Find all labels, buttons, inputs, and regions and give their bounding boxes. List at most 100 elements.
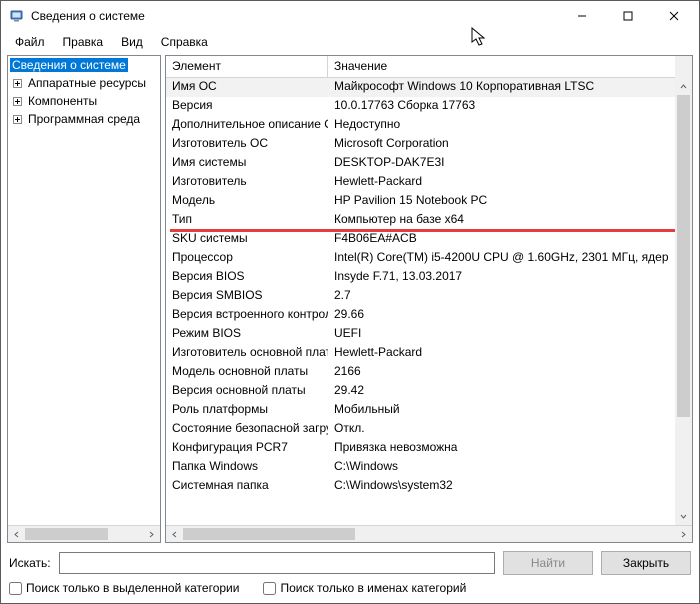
tree-item-label: Аппаратные ресурсы xyxy=(26,76,148,90)
list-row[interactable]: Версия SMBIOS2.7 xyxy=(166,287,675,306)
cell-value: Intel(R) Core(TM) i5-4200U CPU @ 1.60GHz… xyxy=(328,249,675,268)
list-vscroll[interactable] xyxy=(675,78,692,525)
scroll-right-icon[interactable] xyxy=(143,526,160,542)
list-row[interactable]: ИзготовительHewlett-Packard xyxy=(166,173,675,192)
chk-selected-category[interactable]: Поиск только в выделенной категории xyxy=(9,581,239,595)
tree-item-label: Компоненты xyxy=(26,94,99,108)
body-panes: Сведения о системе Аппаратные ресурсы Ко… xyxy=(1,55,699,545)
cell-element: Состояние безопасной загрузки xyxy=(166,420,328,439)
cell-element: Модель основной платы xyxy=(166,363,328,382)
cell-value: UEFI xyxy=(328,325,675,344)
list-body[interactable]: Имя ОСМайкрософт Windows 10 Корпоративна… xyxy=(166,78,692,525)
cell-value: Microsoft Corporation xyxy=(328,135,675,154)
cell-element: Изготовитель xyxy=(166,173,328,192)
cell-element: Модель xyxy=(166,192,328,211)
menu-view[interactable]: Вид xyxy=(113,33,151,51)
cell-element: Дополнительное описание ОС xyxy=(166,116,328,135)
list-row[interactable]: Состояние безопасной загрузкиОткл. xyxy=(166,420,675,439)
cell-value: C:\Windows xyxy=(328,458,675,477)
col-value[interactable]: Значение xyxy=(328,56,692,77)
cell-value: Откл. xyxy=(328,420,675,439)
list-row[interactable]: ТипКомпьютер на базе x64 xyxy=(166,211,675,230)
list-hscroll[interactable] xyxy=(166,525,692,542)
list-row[interactable]: Версия основной платы29.42 xyxy=(166,382,675,401)
cell-element: Системная папка xyxy=(166,477,328,496)
cell-element: Версия BIOS xyxy=(166,268,328,287)
cell-value: DESKTOP-DAK7E3I xyxy=(328,154,675,173)
chk-category-names[interactable]: Поиск только в именах категорий xyxy=(263,581,466,595)
menu-edit[interactable]: Правка xyxy=(55,33,112,51)
list-row[interactable]: Имя системыDESKTOP-DAK7E3I xyxy=(166,154,675,173)
list-row[interactable]: Дополнительное описание ОСНедоступно xyxy=(166,116,675,135)
cell-value: 29.42 xyxy=(328,382,675,401)
find-button[interactable]: Найти xyxy=(503,551,593,575)
list-row[interactable]: МодельHP Pavilion 15 Notebook PC xyxy=(166,192,675,211)
close-search-button[interactable]: Закрыть xyxy=(601,551,691,575)
cell-element: Версия встроенного контроллера xyxy=(166,306,328,325)
list-row[interactable]: Режим BIOSUEFI xyxy=(166,325,675,344)
cell-value: Недоступно xyxy=(328,116,675,135)
tree-root[interactable]: Сведения о системе xyxy=(8,56,160,74)
list-row[interactable]: Конфигурация PCR7Привязка невозможна xyxy=(166,439,675,458)
list-row[interactable]: Системная папкаC:\Windows\system32 xyxy=(166,477,675,496)
menu-help[interactable]: Справка xyxy=(153,33,216,51)
list-row[interactable]: Имя ОСМайкрософт Windows 10 Корпоративна… xyxy=(166,78,675,97)
cell-value: Компьютер на базе x64 xyxy=(328,211,675,230)
expand-icon[interactable] xyxy=(10,94,24,108)
list-row[interactable]: ПроцессорIntel(R) Core(TM) i5-4200U CPU … xyxy=(166,249,675,268)
expand-icon[interactable] xyxy=(10,112,24,126)
window-title: Сведения о системе xyxy=(31,9,559,23)
cell-element: Конфигурация PCR7 xyxy=(166,439,328,458)
cell-element: Версия основной платы xyxy=(166,382,328,401)
list-row[interactable]: Версия встроенного контроллера29.66 xyxy=(166,306,675,325)
cell-element: Версия xyxy=(166,97,328,116)
tree-item[interactable]: Компоненты xyxy=(8,92,160,110)
cell-value: 29.66 xyxy=(328,306,675,325)
expand-icon[interactable] xyxy=(10,76,24,90)
categories-tree[interactable]: Сведения о системе Аппаратные ресурсы Ко… xyxy=(7,55,161,543)
chk-selected-category-box[interactable] xyxy=(9,582,22,595)
cell-element: SKU системы xyxy=(166,230,328,249)
search-label: Искать: xyxy=(9,556,51,570)
list-row[interactable]: Роль платформыМобильный xyxy=(166,401,675,420)
list-row[interactable]: Модель основной платы2166 xyxy=(166,363,675,382)
tree-item[interactable]: Аппаратные ресурсы xyxy=(8,74,160,92)
menu-file[interactable]: Файл xyxy=(7,33,53,51)
minimize-button[interactable] xyxy=(559,1,605,31)
scroll-left-icon[interactable] xyxy=(166,526,183,542)
cell-element: Версия SMBIOS xyxy=(166,287,328,306)
maximize-button[interactable] xyxy=(605,1,651,31)
cell-value: Hewlett-Packard xyxy=(328,173,675,192)
list-row[interactable]: Изготовитель ОСMicrosoft Corporation xyxy=(166,135,675,154)
list-row[interactable]: Изготовитель основной платыHewlett-Packa… xyxy=(166,344,675,363)
cell-value: Hewlett-Packard xyxy=(328,344,675,363)
list-row[interactable]: Версия10.0.17763 Сборка 17763 xyxy=(166,97,675,116)
list-row[interactable]: Версия BIOSInsyde F.71, 13.03.2017 xyxy=(166,268,675,287)
cell-value: 2.7 xyxy=(328,287,675,306)
tree-item[interactable]: Программная среда xyxy=(8,110,160,128)
close-button[interactable] xyxy=(651,1,697,31)
search-input[interactable] xyxy=(59,552,495,574)
tree-hscroll[interactable] xyxy=(8,525,160,542)
scroll-right-icon[interactable] xyxy=(675,526,692,542)
scroll-up-icon[interactable] xyxy=(675,78,692,95)
col-element[interactable]: Элемент xyxy=(166,56,328,77)
cell-element: Изготовитель основной платы xyxy=(166,344,328,363)
cell-value: Мобильный xyxy=(328,401,675,420)
list-row[interactable]: SKU системыF4B06EA#ACB xyxy=(166,230,675,249)
details-list: Элемент Значение Имя ОСМайкрософт Window… xyxy=(165,55,693,543)
menubar: Файл Правка Вид Справка xyxy=(1,31,699,55)
cell-element: Процессор xyxy=(166,249,328,268)
cell-element: Режим BIOS xyxy=(166,325,328,344)
scroll-left-icon[interactable] xyxy=(8,526,25,542)
scroll-down-icon[interactable] xyxy=(675,508,692,525)
tree-root-label: Сведения о системе xyxy=(10,58,128,72)
cell-element: Тип xyxy=(166,211,328,230)
chk-category-names-box[interactable] xyxy=(263,582,276,595)
cell-value: Insyde F.71, 13.03.2017 xyxy=(328,268,675,287)
cell-value: 2166 xyxy=(328,363,675,382)
list-row[interactable]: Папка WindowsC:\Windows xyxy=(166,458,675,477)
titlebar: Сведения о системе xyxy=(1,1,699,31)
search-options: Поиск только в выделенной категории Поис… xyxy=(1,579,699,603)
cell-element: Папка Windows xyxy=(166,458,328,477)
